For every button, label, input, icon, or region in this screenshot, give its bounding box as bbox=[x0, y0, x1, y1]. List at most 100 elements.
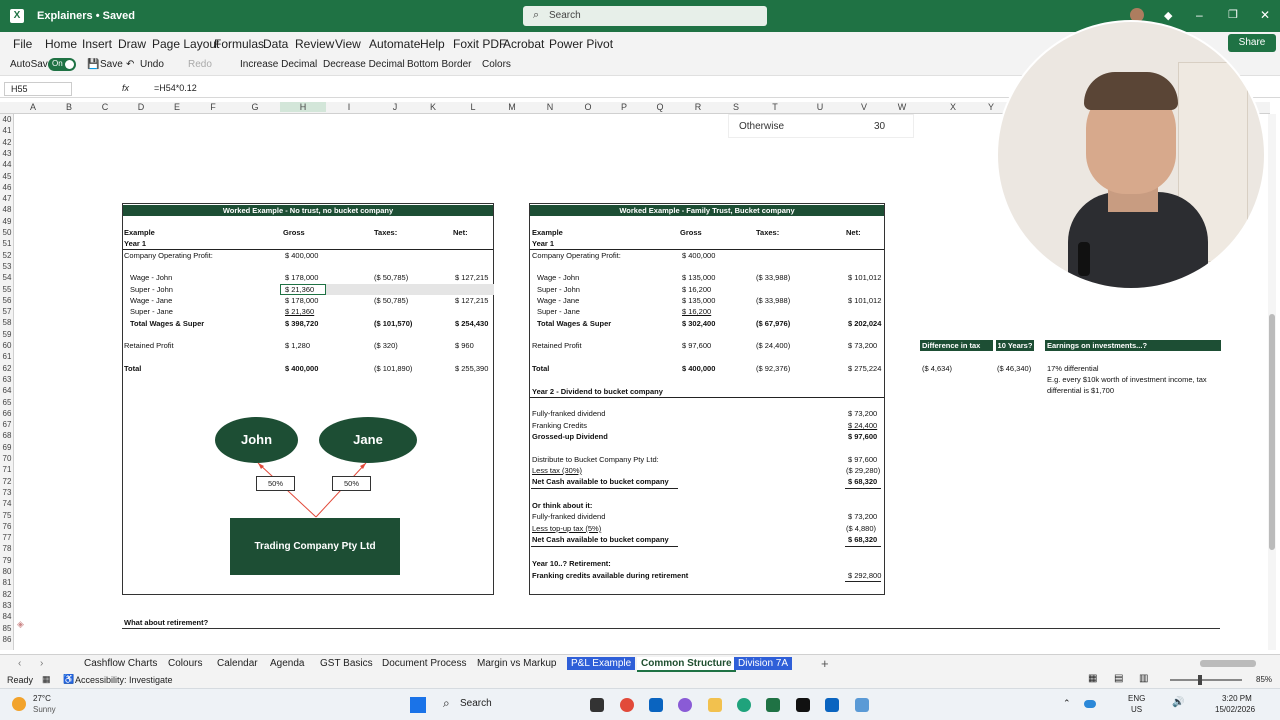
row-header[interactable]: 62 bbox=[0, 364, 14, 373]
col-header[interactable]: F bbox=[206, 102, 220, 112]
row-header[interactable]: 70 bbox=[0, 454, 14, 463]
undo-button[interactable]: Undo bbox=[140, 59, 164, 70]
row-header[interactable]: 54 bbox=[0, 273, 14, 282]
name-box[interactable]: H55 bbox=[4, 82, 72, 96]
autosave-toggle[interactable]: On bbox=[48, 58, 76, 71]
menu-draw[interactable]: Draw bbox=[118, 37, 146, 51]
row-header[interactable]: 50 bbox=[0, 228, 14, 237]
col-header[interactable]: S bbox=[729, 102, 743, 112]
outlook-icon[interactable] bbox=[649, 698, 663, 712]
sheet-tab-common-structure[interactable]: Common Structure bbox=[637, 657, 736, 672]
col-header[interactable]: D bbox=[134, 102, 148, 112]
minimize-icon[interactable]: – bbox=[1196, 8, 1203, 22]
col-header[interactable]: E bbox=[170, 102, 184, 112]
row-header[interactable]: 46 bbox=[0, 183, 14, 192]
page-layout-icon[interactable]: ▤ bbox=[1114, 673, 1123, 684]
col-header[interactable]: L bbox=[466, 102, 480, 112]
row-header[interactable]: 85 bbox=[0, 624, 14, 633]
sheet-tab-cashflow-charts[interactable]: Cashflow Charts bbox=[80, 657, 161, 670]
decrease-decimal-button[interactable]: Decrease Decimal bbox=[323, 59, 405, 70]
row-header[interactable]: 43 bbox=[0, 149, 14, 158]
row-header[interactable]: 58 bbox=[0, 318, 14, 327]
lang-us[interactable]: US bbox=[1131, 705, 1142, 714]
row-header[interactable]: 76 bbox=[0, 522, 14, 531]
share-button[interactable]: Share bbox=[1228, 34, 1276, 52]
prev-sheet-icon[interactable]: ‹ bbox=[18, 658, 21, 669]
row-header[interactable]: 78 bbox=[0, 544, 14, 553]
scroll-thumb[interactable] bbox=[1269, 314, 1275, 550]
row-header[interactable]: 56 bbox=[0, 296, 14, 305]
snipping-tool-icon[interactable] bbox=[855, 698, 869, 712]
menu-automate[interactable]: Automate bbox=[369, 37, 420, 51]
col-header[interactable]: Y bbox=[984, 102, 998, 112]
row-header[interactable]: 83 bbox=[0, 601, 14, 610]
col-header[interactable]: C bbox=[98, 102, 112, 112]
row-header[interactable]: 66 bbox=[0, 409, 14, 418]
maximize-icon[interactable]: ❐ bbox=[1228, 8, 1238, 21]
col-header[interactable]: I bbox=[342, 102, 356, 112]
row-header[interactable]: 84 bbox=[0, 612, 14, 621]
row-header[interactable]: 59 bbox=[0, 330, 14, 339]
menu-acrobat[interactable]: Acrobat bbox=[503, 37, 544, 51]
row-header[interactable]: 75 bbox=[0, 511, 14, 520]
col-header[interactable]: W bbox=[895, 102, 909, 112]
row-header[interactable]: 61 bbox=[0, 352, 14, 361]
menu-help[interactable]: Help bbox=[420, 37, 445, 51]
clock-date[interactable]: 15/02/2026 bbox=[1215, 705, 1255, 714]
diamond-icon[interactable]: ◆ bbox=[1164, 9, 1172, 22]
sheet-tab-calendar[interactable]: Calendar bbox=[213, 657, 262, 670]
row-header[interactable]: 74 bbox=[0, 499, 14, 508]
menu-foxit-pdf[interactable]: Foxit PDF bbox=[453, 37, 506, 51]
row-header[interactable]: 40 bbox=[0, 115, 14, 124]
title-search-box[interactable]: ⌕ Search bbox=[523, 6, 767, 26]
volume-icon[interactable]: 🔊 bbox=[1172, 697, 1184, 708]
menu-file[interactable]: File bbox=[13, 37, 32, 51]
menu-page-layout[interactable]: Page Layout bbox=[152, 37, 219, 51]
col-header[interactable]: U bbox=[813, 102, 827, 112]
col-header[interactable]: A bbox=[26, 102, 40, 112]
copilot-icon[interactable] bbox=[678, 698, 692, 712]
row-header[interactable]: 72 bbox=[0, 477, 14, 486]
close-icon[interactable]: ✕ bbox=[1260, 8, 1270, 22]
row-header[interactable]: 41 bbox=[0, 126, 14, 135]
row-header[interactable]: 55 bbox=[0, 285, 14, 294]
row-header[interactable]: 65 bbox=[0, 398, 14, 407]
page-break-icon[interactable]: ▥ bbox=[1139, 673, 1148, 684]
row-header[interactable]: 82 bbox=[0, 590, 14, 599]
zoom-thumb[interactable] bbox=[1198, 675, 1202, 685]
file-explorer-icon[interactable] bbox=[590, 698, 604, 712]
normal-view-icon[interactable]: ▦ bbox=[1088, 673, 1097, 684]
col-header[interactable]: P bbox=[617, 102, 631, 112]
menu-power-pivot[interactable]: Power Pivot bbox=[549, 37, 613, 51]
clock-time[interactable]: 3:20 PM bbox=[1222, 694, 1252, 703]
redo-button[interactable]: Redo bbox=[188, 59, 212, 70]
col-header[interactable]: V bbox=[857, 102, 871, 112]
lang-eng[interactable]: ENG bbox=[1128, 694, 1145, 703]
col-header[interactable]: K bbox=[426, 102, 440, 112]
row-header[interactable]: 45 bbox=[0, 172, 14, 181]
onedrive-icon[interactable] bbox=[1084, 700, 1096, 708]
row-header[interactable]: 81 bbox=[0, 578, 14, 587]
row-header[interactable]: 73 bbox=[0, 488, 14, 497]
notion-icon[interactable] bbox=[796, 698, 810, 712]
col-header[interactable]: O bbox=[581, 102, 595, 112]
taskbar-search-icon[interactable]: ⌕ bbox=[443, 696, 450, 711]
row-header[interactable]: 44 bbox=[0, 160, 14, 169]
row-header[interactable]: 47 bbox=[0, 194, 14, 203]
row-header[interactable]: 49 bbox=[0, 217, 14, 226]
horizontal-scrollbar[interactable] bbox=[1200, 660, 1256, 667]
sheet-tab-pl-example[interactable]: P&L Example bbox=[567, 657, 636, 670]
menu-review[interactable]: Review bbox=[295, 37, 334, 51]
row-header[interactable]: 42 bbox=[0, 138, 14, 147]
taskbar-search[interactable]: Search bbox=[460, 698, 492, 709]
menu-view[interactable]: View bbox=[335, 37, 361, 51]
windows-start-icon[interactable] bbox=[410, 697, 426, 713]
sheet-tab-margin-vs-markup[interactable]: Margin vs Markup bbox=[473, 657, 560, 670]
row-header[interactable]: 71 bbox=[0, 465, 14, 474]
row-header[interactable]: 86 bbox=[0, 635, 14, 644]
row-header[interactable]: 64 bbox=[0, 386, 14, 395]
tray-chevron-icon[interactable]: ⌃ bbox=[1063, 698, 1071, 709]
sheet-tab-agenda[interactable]: Agenda bbox=[266, 657, 308, 670]
excel-taskbar-icon[interactable] bbox=[766, 698, 780, 712]
col-header[interactable]: H bbox=[280, 102, 326, 112]
